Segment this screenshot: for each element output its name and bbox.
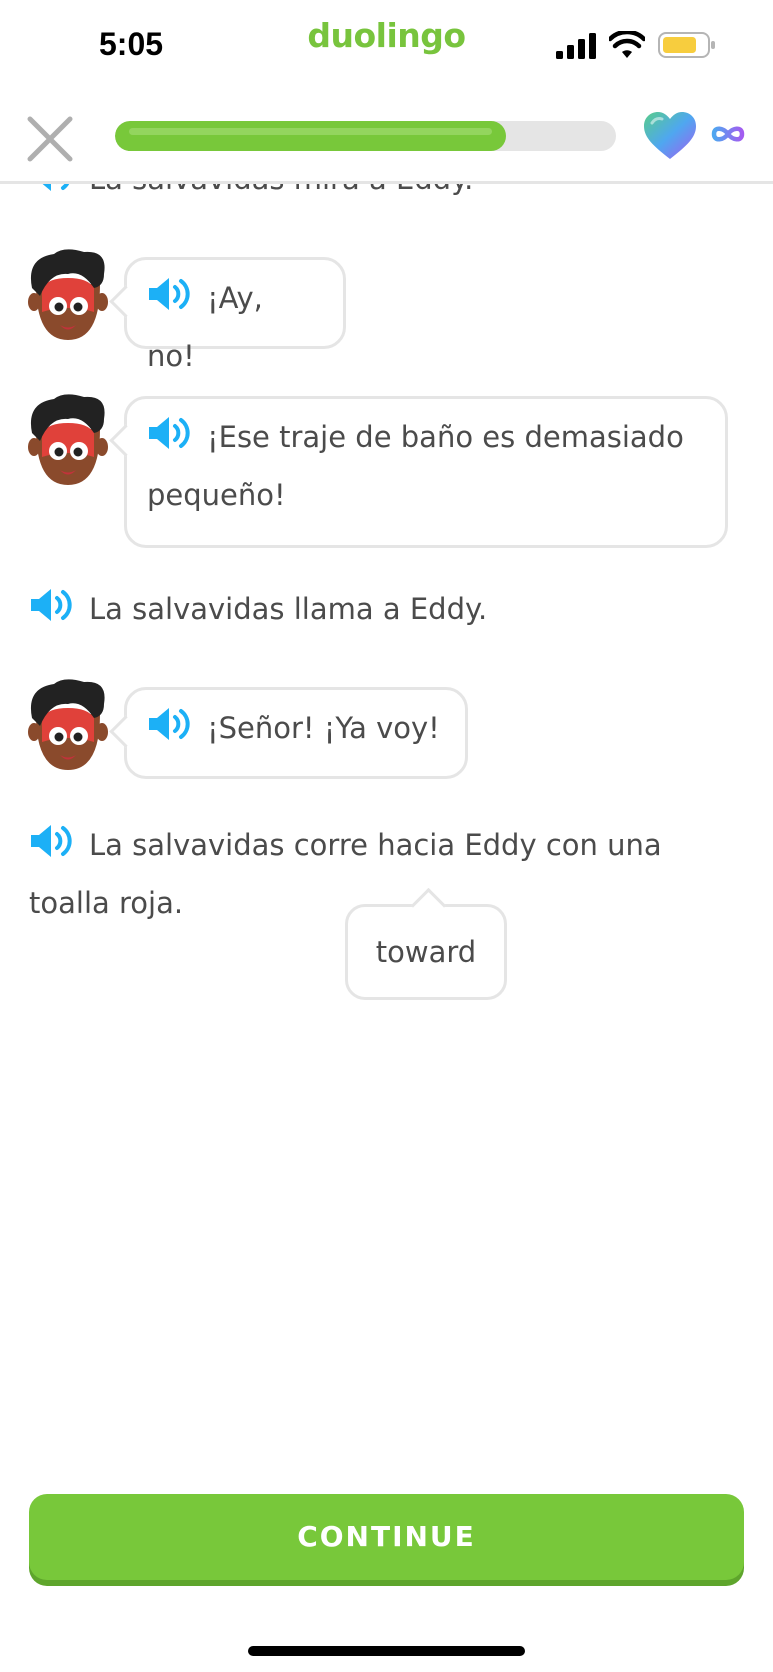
- speaker-icon[interactable]: [29, 821, 75, 861]
- story-transcript: La salvavidas mira a Eddy. ¡Ay, no! ¡Ese…: [0, 0, 773, 1400]
- speech-bubble[interactable]: ¡Señor! ¡Ya voy!: [124, 687, 468, 779]
- speech-text-line-1[interactable]: ¡Ese traje de baño es demasiado: [207, 420, 684, 454]
- lesson-header: [0, 100, 773, 184]
- speech-text-line-2[interactable]: pequeño!: [147, 478, 286, 512]
- continue-button[interactable]: CONTINUE: [29, 1494, 744, 1580]
- speaker-icon[interactable]: [147, 274, 193, 314]
- speech-bubble[interactable]: ¡Ay, no!: [124, 257, 346, 373]
- speech-text[interactable]: ¡Señor! ¡Ya voy!: [207, 711, 440, 745]
- close-icon[interactable]: [24, 113, 76, 165]
- speech-bubble[interactable]: ¡Ese traje de baño es demasiado pequeño!: [124, 396, 728, 548]
- narration-text[interactable]: La salvavidas llama a Eddy.: [89, 592, 487, 626]
- narration-text-line-1[interactable]: La salvavidas corre hacia Eddy con una: [89, 828, 662, 862]
- home-indicator: [248, 1646, 525, 1656]
- heart-icon[interactable]: [642, 111, 698, 161]
- speaker-icon[interactable]: [147, 413, 193, 453]
- narration-text-line-2[interactable]: toalla roja.: [29, 886, 183, 920]
- eddy-avatar: [28, 678, 108, 774]
- lesson-progress-bar: [115, 121, 616, 151]
- infinity-icon: [711, 126, 745, 142]
- tooltip-text: toward: [375, 935, 477, 969]
- lesson-progress-fill: [115, 121, 506, 151]
- eddy-avatar: [28, 248, 108, 344]
- speaker-icon[interactable]: [147, 704, 193, 744]
- translation-tooltip: toward: [345, 904, 507, 1000]
- story-line-narration-1[interactable]: La salvavidas llama a Eddy.: [29, 580, 487, 638]
- speaker-icon[interactable]: [29, 585, 75, 625]
- eddy-avatar: [28, 393, 108, 489]
